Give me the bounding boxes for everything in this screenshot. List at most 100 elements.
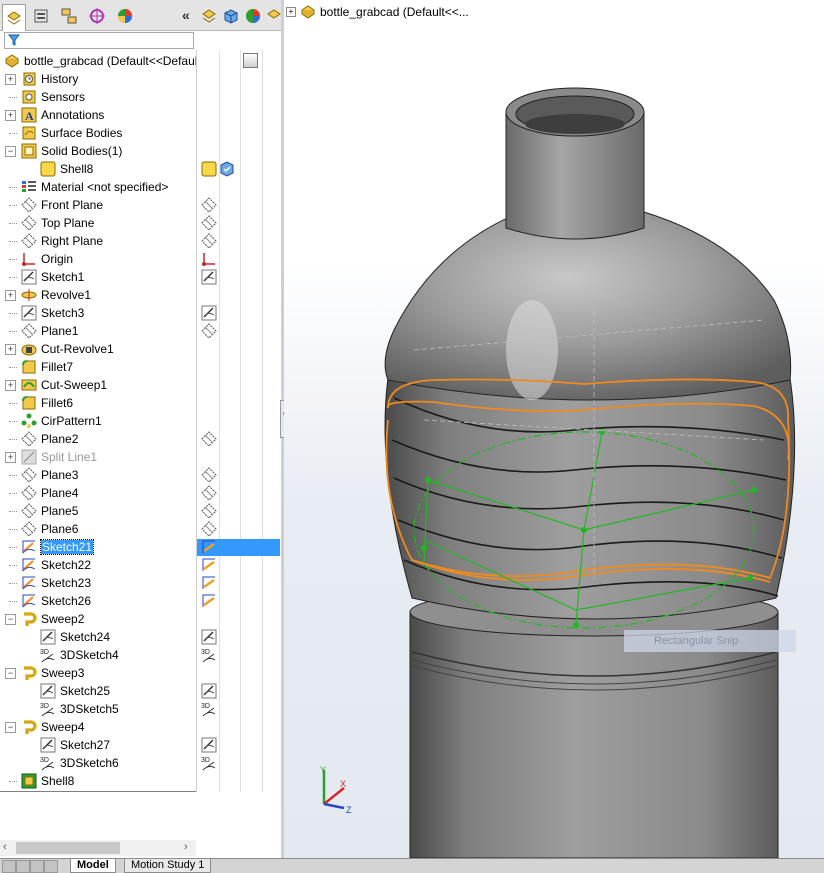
feature-manager-icon[interactable] xyxy=(2,4,26,31)
prev-tab-icon[interactable] xyxy=(16,860,30,873)
tree-item[interactable]: Sketch24 xyxy=(0,628,280,646)
tree-item[interactable]: Material <not specified> xyxy=(0,178,280,196)
plane-icon[interactable] xyxy=(201,485,218,502)
tree-item[interactable]: Sketch3 xyxy=(0,304,280,322)
tree-item[interactable]: Fillet6 xyxy=(0,394,280,412)
expand-icon[interactable]: + xyxy=(5,110,16,121)
sketch-icon[interactable] xyxy=(201,683,218,700)
tree-item[interactable]: Plane1 xyxy=(0,322,280,340)
tree-item[interactable]: Sketch22 xyxy=(0,556,280,574)
configuration-manager-icon[interactable] xyxy=(58,5,80,27)
tree-item[interactable]: Sketch21 xyxy=(0,538,280,556)
plane-icon[interactable] xyxy=(201,215,218,232)
sketch-orange-icon[interactable] xyxy=(201,575,218,592)
tree-item[interactable]: Front Plane xyxy=(0,196,280,214)
scrollbar-thumb[interactable] xyxy=(16,842,120,854)
expand-icon[interactable]: + xyxy=(5,290,16,301)
expand-icon[interactable]: + xyxy=(5,380,16,391)
sketch-icon[interactable] xyxy=(201,269,218,286)
body-display-icon[interactable] xyxy=(201,161,234,178)
tree-item[interactable]: + Split Line1 xyxy=(0,448,280,466)
tree-item[interactable]: Sensors xyxy=(0,88,280,106)
tree-item[interactable]: − Sweep2 xyxy=(0,610,280,628)
tree-root-part[interactable]: bottle_grabcad (Default<<Default>_Displa… xyxy=(0,52,280,70)
first-tab-icon[interactable] xyxy=(2,860,16,873)
scroll-right-icon[interactable]: › xyxy=(184,841,188,853)
sketch-icon[interactable] xyxy=(201,629,218,646)
tree-item[interactable]: Plane4 xyxy=(0,484,280,502)
tree-item[interactable]: Plane6 xyxy=(0,520,280,538)
tree-item[interactable]: + A Annotations xyxy=(0,106,280,124)
plane-icon[interactable] xyxy=(201,233,218,250)
collapse-icon[interactable]: − xyxy=(5,614,16,625)
tree-item[interactable]: Sketch25 xyxy=(0,682,280,700)
expand-icon[interactable]: + xyxy=(5,344,16,355)
tree-item[interactable]: Shell8 xyxy=(0,160,280,178)
tree-item[interactable]: Right Plane xyxy=(0,232,280,250)
scene-icon[interactable] xyxy=(263,5,281,27)
collapse-icon[interactable]: − xyxy=(5,668,16,679)
tree-item[interactable]: Top Plane xyxy=(0,214,280,232)
tree-item[interactable]: CirPattern1 xyxy=(0,412,280,430)
axis-triad: Y X Z xyxy=(320,765,352,814)
tree-item[interactable]: Plane3 xyxy=(0,466,280,484)
collapse-icon[interactable]: − xyxy=(5,722,16,733)
scroll-left-icon[interactable]: ‹ xyxy=(3,841,7,853)
tree-item[interactable]: Fillet7 xyxy=(0,358,280,376)
sketch-orange-icon[interactable] xyxy=(201,593,218,610)
dimxpert-icon[interactable] xyxy=(86,5,108,27)
tree-item[interactable]: 3D 3DSketch6 3D xyxy=(0,754,280,772)
tree-item-label: Sketch27 xyxy=(60,738,111,752)
3dsketch-icon[interactable]: 3D xyxy=(201,701,218,718)
tree-item[interactable]: Plane5 xyxy=(0,502,280,520)
plane-icon[interactable] xyxy=(201,503,218,520)
tree-item[interactable]: + Revolve1 xyxy=(0,286,280,304)
3dsketch-icon[interactable]: 3D xyxy=(201,755,218,772)
tab-model[interactable]: Model xyxy=(70,859,116,873)
assembly-icon[interactable] xyxy=(198,5,220,27)
tree-item[interactable]: + Cut-Revolve1 xyxy=(0,340,280,358)
tree-item[interactable]: Sketch23 xyxy=(0,574,280,592)
graphics-viewport[interactable]: + bottle_grabcad (Default<<... Rectangul… xyxy=(284,0,824,858)
plane-icon[interactable] xyxy=(201,197,218,214)
tree-item-label: 3DSketch5 xyxy=(60,702,119,716)
tree-item[interactable]: Plane2 xyxy=(0,430,280,448)
last-tab-icon[interactable] xyxy=(44,860,58,873)
collapse-panel-button[interactable]: « xyxy=(182,7,190,23)
appearance-icon[interactable] xyxy=(242,5,264,27)
tree-item[interactable]: Origin xyxy=(0,250,280,268)
tree-filter-input[interactable] xyxy=(4,32,194,49)
tree-item[interactable]: Shell8 xyxy=(0,772,280,790)
expand-icon[interactable]: + xyxy=(5,452,16,463)
tree-item[interactable]: − Sweep4 xyxy=(0,718,280,736)
3dsketch-icon[interactable]: 3D xyxy=(201,647,218,664)
tree-item[interactable]: 3D 3DSketch5 3D xyxy=(0,700,280,718)
sketch-orange-icon[interactable] xyxy=(201,557,218,574)
tree-item[interactable]: + Cut-Sweep1 xyxy=(0,376,280,394)
sketch-icon[interactable] xyxy=(201,305,218,322)
sketch-orange-icon[interactable] xyxy=(197,539,280,556)
next-tab-icon[interactable] xyxy=(30,860,44,873)
collapse-icon[interactable]: − xyxy=(5,146,16,157)
plane-icon[interactable] xyxy=(201,323,218,340)
tree-horizontal-scrollbar[interactable]: ‹ › xyxy=(0,840,196,856)
plane-icon[interactable] xyxy=(201,431,218,448)
display-manager-icon[interactable] xyxy=(114,5,136,27)
plane-icon[interactable] xyxy=(201,467,218,484)
tree-item[interactable]: 3D 3DSketch4 3D xyxy=(0,646,280,664)
tree-item[interactable]: + History xyxy=(0,70,280,88)
tree-item[interactable]: − Solid Bodies(1) xyxy=(0,142,280,160)
sketch-icon[interactable] xyxy=(201,737,218,754)
tree-item[interactable]: Surface Bodies xyxy=(0,124,280,142)
tree-item[interactable]: − Sweep3 xyxy=(0,664,280,682)
property-manager-icon[interactable] xyxy=(30,5,52,27)
plane-icon[interactable] xyxy=(201,521,218,538)
tree-item[interactable]: Sketch27 xyxy=(0,736,280,754)
tree-item[interactable]: Sketch26 xyxy=(0,592,280,610)
expand-icon[interactable]: + xyxy=(5,74,16,85)
display-pane-toggle[interactable] xyxy=(243,53,258,68)
tab-motion-study[interactable]: Motion Study 1 xyxy=(124,859,212,873)
tree-item[interactable]: Sketch1 xyxy=(0,268,280,286)
box-icon[interactable] xyxy=(220,5,242,27)
origin-icon[interactable] xyxy=(201,251,218,268)
